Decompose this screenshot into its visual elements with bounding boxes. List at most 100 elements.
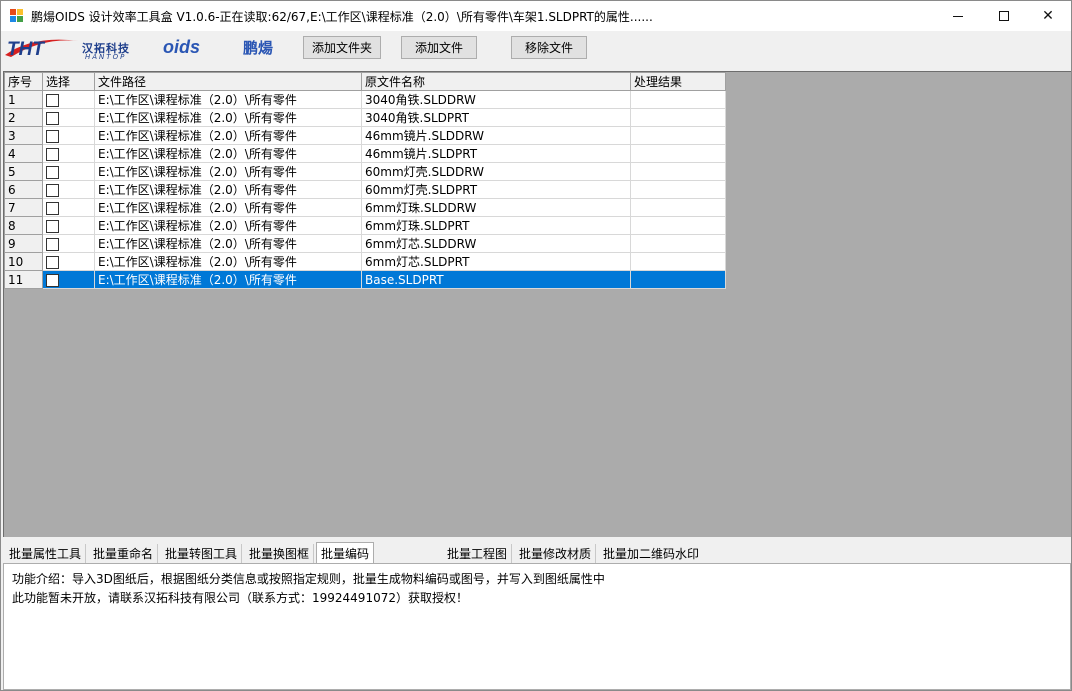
minimize-button[interactable]: [935, 1, 981, 31]
column-header-path[interactable]: 文件路径: [94, 72, 362, 91]
minimize-icon: [953, 15, 963, 17]
pengyang-logo: 鹏煬: [243, 39, 274, 57]
select-cell[interactable]: [42, 216, 95, 235]
result-cell: [630, 90, 726, 109]
column-header-index[interactable]: 序号: [4, 72, 43, 91]
filename-cell: 46mm镜片.SLDDRW: [361, 126, 631, 145]
row-checkbox[interactable]: [46, 147, 59, 161]
table-row[interactable]: 2 E:\工作区\课程标准（2.0）\所有零件 3040角铁.SLDPRT: [4, 108, 726, 127]
hantop-logo-en: HANTOP: [85, 53, 127, 61]
table-row[interactable]: 11 E:\工作区\课程标准（2.0）\所有零件 Base.SLDPRT: [4, 270, 726, 289]
path-cell: E:\工作区\课程标准（2.0）\所有零件: [94, 144, 362, 163]
result-cell: [630, 162, 726, 181]
select-cell[interactable]: [42, 162, 95, 181]
filename-cell: Base.SLDPRT: [361, 270, 631, 289]
app-window: 鹏煬OIDS 设计效率工具盒 V1.0.6-正在读取:62/67,E:\工作区\…: [0, 0, 1072, 691]
column-header-select[interactable]: 选择: [42, 72, 95, 91]
select-cell[interactable]: [42, 90, 95, 109]
add-file-button[interactable]: 添加文件: [401, 36, 477, 59]
row-index-cell: 6: [4, 180, 43, 199]
filename-cell: 60mm灯壳.SLDPRT: [361, 180, 631, 199]
path-cell: E:\工作区\课程标准（2.0）\所有零件: [94, 216, 362, 235]
column-header-result[interactable]: 处理结果: [630, 72, 726, 91]
result-cell: [630, 144, 726, 163]
row-checkbox[interactable]: [46, 165, 59, 179]
path-cell: E:\工作区\课程标准（2.0）\所有零件: [94, 108, 362, 127]
tab-batch-rename[interactable]: 批量重命名: [89, 544, 159, 563]
row-index-cell: 8: [4, 216, 43, 235]
row-checkbox[interactable]: [46, 183, 59, 197]
path-cell: E:\工作区\课程标准（2.0）\所有零件: [94, 162, 362, 181]
tab-batch-drawing[interactable]: 批量工程图: [443, 544, 513, 563]
select-cell[interactable]: [42, 270, 95, 289]
filename-cell: 6mm灯芯.SLDPRT: [361, 252, 631, 271]
path-cell: E:\工作区\课程标准（2.0）\所有零件: [94, 126, 362, 145]
table-row[interactable]: 6 E:\工作区\课程标准（2.0）\所有零件 60mm灯壳.SLDPRT: [4, 180, 726, 199]
path-cell: E:\工作区\课程标准（2.0）\所有零件: [94, 270, 362, 289]
filename-cell: 6mm灯珠.SLDDRW: [361, 198, 631, 217]
row-index-cell: 3: [4, 126, 43, 145]
oids-logo-text: oids: [163, 37, 200, 57]
result-cell: [630, 126, 726, 145]
close-button[interactable]: ✕: [1025, 1, 1071, 31]
result-cell: [630, 270, 726, 289]
row-checkbox[interactable]: [46, 273, 59, 287]
tht-logo-text: THT: [7, 39, 45, 60]
row-checkbox[interactable]: [46, 255, 59, 269]
window-title: 鹏煬OIDS 设计效率工具盒 V1.0.6-正在读取:62/67,E:\工作区\…: [31, 10, 653, 24]
table-row[interactable]: 4 E:\工作区\课程标准（2.0）\所有零件 46mm镜片.SLDPRT: [4, 144, 726, 163]
tht-logo: THT: [5, 39, 79, 60]
result-cell: [630, 252, 726, 271]
path-cell: E:\工作区\课程标准（2.0）\所有零件: [94, 198, 362, 217]
table-row[interactable]: 9 E:\工作区\课程标准（2.0）\所有零件 6mm灯芯.SLDDRW: [4, 234, 726, 253]
tab-batch-qrcode[interactable]: 批量加二维码水印: [599, 544, 703, 563]
file-grid-area: 序号 选择 文件路径 原文件名称 处理结果 1 E:\工作区\课程标准（2.0）\…: [3, 71, 1071, 537]
result-cell: [630, 216, 726, 235]
table-row[interactable]: 5 E:\工作区\课程标准（2.0）\所有零件 60mm灯壳.SLDDRW: [4, 162, 726, 181]
result-cell: [630, 180, 726, 199]
row-checkbox[interactable]: [46, 201, 59, 215]
select-cell[interactable]: [42, 126, 95, 145]
table-row[interactable]: 3 E:\工作区\课程标准（2.0）\所有零件 46mm镜片.SLDDRW: [4, 126, 726, 145]
filename-cell: 6mm灯芯.SLDDRW: [361, 234, 631, 253]
select-cell[interactable]: [42, 234, 95, 253]
tab-batch-convert[interactable]: 批量转图工具: [161, 544, 243, 563]
app-icon: [10, 9, 24, 23]
select-cell[interactable]: [42, 252, 95, 271]
row-index-cell: 1: [4, 90, 43, 109]
path-cell: E:\工作区\课程标准（2.0）\所有零件: [94, 234, 362, 253]
result-cell: [630, 234, 726, 253]
row-checkbox[interactable]: [46, 111, 59, 125]
row-index-cell: 2: [4, 108, 43, 127]
select-cell[interactable]: [42, 144, 95, 163]
row-index-cell: 9: [4, 234, 43, 253]
file-grid: 序号 选择 文件路径 原文件名称 处理结果 1 E:\工作区\课程标准（2.0）\…: [4, 72, 726, 289]
row-index-cell: 7: [4, 198, 43, 217]
row-checkbox[interactable]: [46, 237, 59, 251]
add-folder-button[interactable]: 添加文件夹: [303, 36, 381, 59]
column-header-filename[interactable]: 原文件名称: [361, 72, 631, 91]
tab-batch-frame[interactable]: 批量换图框: [245, 544, 315, 563]
oids-logo: oids: [163, 37, 200, 57]
table-row[interactable]: 8 E:\工作区\课程标准（2.0）\所有零件 6mm灯珠.SLDPRT: [4, 216, 726, 235]
table-row[interactable]: 7 E:\工作区\课程标准（2.0）\所有零件 6mm灯珠.SLDDRW: [4, 198, 726, 217]
tab-batch-material[interactable]: 批量修改材质: [515, 544, 597, 563]
path-cell: E:\工作区\课程标准（2.0）\所有零件: [94, 90, 362, 109]
filename-cell: 3040角铁.SLDDRW: [361, 90, 631, 109]
row-checkbox[interactable]: [46, 219, 59, 233]
remove-file-button[interactable]: 移除文件: [511, 36, 587, 59]
table-row[interactable]: 1 E:\工作区\课程标准（2.0）\所有零件 3040角铁.SLDDRW: [4, 90, 726, 109]
row-checkbox[interactable]: [46, 93, 59, 107]
maximize-button[interactable]: [981, 1, 1027, 31]
table-row[interactable]: 10 E:\工作区\课程标准（2.0）\所有零件 6mm灯芯.SLDPRT: [4, 252, 726, 271]
select-cell[interactable]: [42, 180, 95, 199]
row-checkbox[interactable]: [46, 129, 59, 143]
select-cell[interactable]: [42, 198, 95, 217]
tool-tabs: 批量属性工具 批量重命名 批量转图工具 批量换图框 批量编码 批量工程图 批量修…: [3, 541, 1071, 563]
close-icon: ✕: [1042, 8, 1054, 24]
select-cell[interactable]: [42, 108, 95, 127]
row-index-cell: 4: [4, 144, 43, 163]
tab-batch-encode[interactable]: 批量编码: [316, 542, 375, 563]
filename-cell: 46mm镜片.SLDPRT: [361, 144, 631, 163]
tab-batch-properties[interactable]: 批量属性工具: [5, 544, 87, 563]
